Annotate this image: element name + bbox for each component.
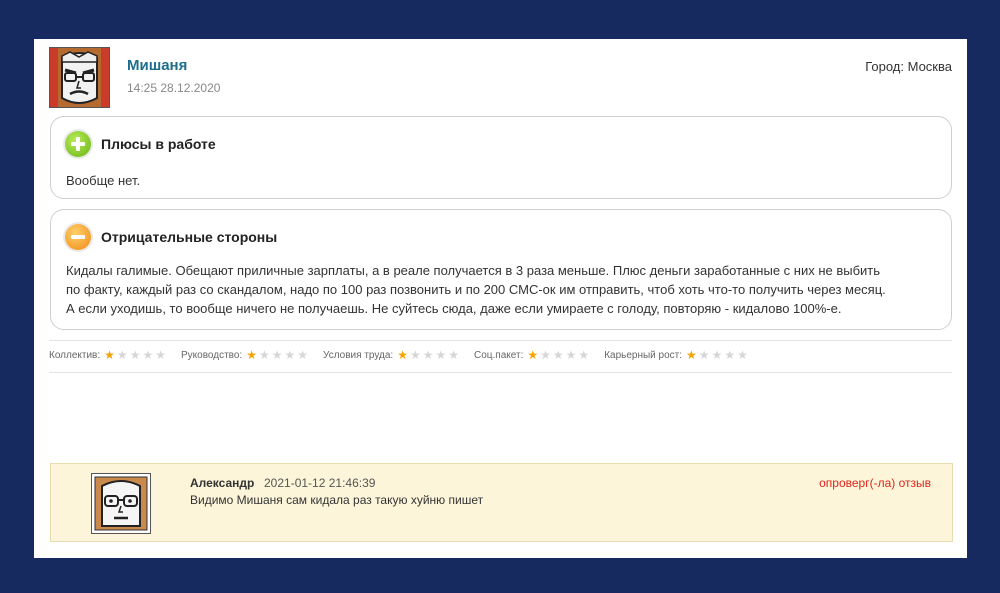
star-icon: ★ xyxy=(409,348,421,362)
rating-stars: ★ ★ ★ ★ ★ xyxy=(686,349,750,362)
rating-label: Карьерный рост: xyxy=(604,350,683,361)
author-avatar[interactable] xyxy=(49,47,110,108)
pros-header: Плюсы в работе xyxy=(65,131,216,157)
cons-title: Отрицательные стороны xyxy=(101,229,278,245)
star-icon: ★ xyxy=(737,348,748,362)
comment-time: 2021-01-12 21:46:39 xyxy=(264,476,376,490)
rating-label: Коллектив: xyxy=(49,350,101,361)
rating-label: Руководство: xyxy=(180,350,243,361)
star-icon: ★ xyxy=(258,348,270,362)
pros-title: Плюсы в работе xyxy=(101,136,216,152)
rating-management: Руководство: ★ ★ ★ ★ ★ xyxy=(181,349,310,362)
star-icon: ★ xyxy=(129,348,141,362)
rating-social: Соц.пакет: ★ ★ ★ ★ ★ xyxy=(474,349,591,362)
cons-header: Отрицательные стороны xyxy=(65,224,277,250)
ratings-row: Коллектив: ★ ★ ★ ★ ★ Руководство: ★ ★ ★ ★ ★ Усло… xyxy=(49,349,763,362)
star-icon: ★ xyxy=(104,348,115,362)
rating-career: Карьерный рост: ★ ★ ★ ★ ★ xyxy=(604,349,750,362)
cons-text-line: Кидалы галимые. Обещают приличные зарпла… xyxy=(66,263,881,278)
divider xyxy=(49,372,952,373)
star-icon: ★ xyxy=(284,348,296,362)
review-date: 14:25 28.12.2020 xyxy=(127,81,221,95)
rating-stars: ★ ★ ★ ★ ★ xyxy=(397,349,461,362)
pros-section: Плюсы в работе Вообще нет. xyxy=(50,116,952,199)
rating-stars: ★ ★ ★ ★ ★ xyxy=(527,349,591,362)
star-icon: ★ xyxy=(711,348,723,362)
comment-author[interactable]: Александр xyxy=(190,476,254,490)
dispute-label: опроверг(-ла) отзыв xyxy=(819,476,931,490)
rating-label: Соц.пакет: xyxy=(474,350,524,361)
comment-text: Видимо Мишаня сам кидала раз такую хуйню… xyxy=(190,493,484,507)
star-icon: ★ xyxy=(686,348,697,362)
cons-section: Отрицательные стороны Кидалы галимые. Об… xyxy=(50,209,952,330)
rating-label: Условия труда: xyxy=(323,350,394,361)
reply-comment: Александр 2021-01-12 21:46:39 Видимо Миш… xyxy=(50,463,953,542)
star-icon: ★ xyxy=(435,348,447,362)
plus-circle-icon xyxy=(65,131,91,157)
star-icon: ★ xyxy=(116,348,128,362)
star-icon: ★ xyxy=(448,348,460,362)
rating-stars: ★ ★ ★ ★ ★ xyxy=(246,349,310,362)
star-icon: ★ xyxy=(397,348,408,362)
review-author-link[interactable]: Мишаня xyxy=(127,57,187,74)
commenter-avatar[interactable] xyxy=(91,473,151,534)
star-icon: ★ xyxy=(724,348,736,362)
divider xyxy=(49,340,952,341)
star-icon: ★ xyxy=(155,348,166,362)
minus-circle-icon xyxy=(65,224,91,250)
star-icon: ★ xyxy=(297,348,309,362)
star-icon: ★ xyxy=(422,348,434,362)
glasses-face-avatar-icon xyxy=(92,474,150,533)
star-icon: ★ xyxy=(565,348,577,362)
star-icon: ★ xyxy=(540,348,551,362)
star-icon: ★ xyxy=(142,348,154,362)
rating-stars: ★ ★ ★ ★ ★ xyxy=(104,349,168,362)
star-icon: ★ xyxy=(246,348,257,362)
review-card: Мишаня 14:25 28.12.2020 Город: Москва Пл… xyxy=(34,39,967,558)
cons-text: Кидалы галимые. Обещают приличные зарпла… xyxy=(66,261,886,318)
star-icon: ★ xyxy=(271,348,283,362)
cons-text-line: по факту, каждый раз со скандалом, надо … xyxy=(66,282,886,297)
star-icon: ★ xyxy=(527,348,539,362)
rating-team: Коллектив: ★ ★ ★ ★ ★ xyxy=(49,349,168,362)
angry-face-avatar-icon xyxy=(50,48,109,107)
pros-text: Вообще нет. xyxy=(66,173,141,188)
cons-text-line: А если уходишь, то вообще ничего не полу… xyxy=(66,301,842,316)
star-icon: ★ xyxy=(552,348,564,362)
rating-conditions: Условия труда: ★ ★ ★ ★ ★ xyxy=(323,349,461,362)
star-icon: ★ xyxy=(698,348,710,362)
review-city: Город: Москва xyxy=(865,59,952,74)
star-icon: ★ xyxy=(578,348,590,362)
